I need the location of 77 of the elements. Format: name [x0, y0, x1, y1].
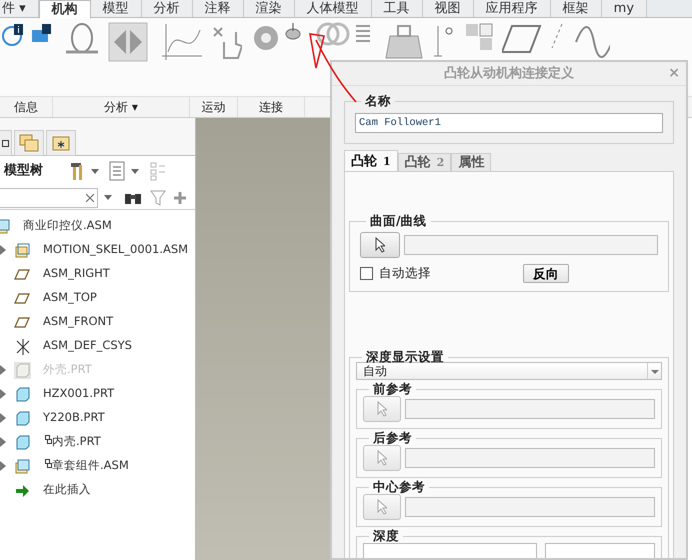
tools-icon[interactable]	[69, 161, 85, 181]
tree-item[interactable]: ASM_FRONT	[43, 314, 114, 328]
search-field[interactable]	[0, 188, 98, 208]
caret-icon[interactable]	[104, 195, 112, 200]
reference-field[interactable]	[405, 399, 655, 419]
select-button[interactable]	[360, 232, 400, 258]
assembly-icon	[14, 458, 31, 474]
dialog-title: 凸轮从动机构连接定义	[444, 66, 574, 81]
menu-tab[interactable]: 机构	[38, 0, 91, 19]
skeleton-assembly-icon	[14, 242, 31, 258]
mirror-icon[interactable]	[108, 22, 148, 62]
link-icon	[45, 435, 52, 444]
caret-icon[interactable]	[91, 168, 99, 174]
tree-item[interactable]: ASM_RIGHT	[43, 266, 110, 280]
group-title: 深度	[372, 529, 400, 543]
ribbon-group-label: 运动	[190, 97, 238, 117]
tree-item[interactable]: ASM_TOP	[43, 290, 97, 304]
expand-arrow-icon[interactable]	[0, 389, 6, 399]
clear-icon[interactable]	[86, 194, 94, 202]
part-icon	[14, 386, 31, 402]
ribbon-group-label: 分析 ▾	[53, 97, 190, 117]
caret-icon	[647, 363, 661, 379]
cursor-icon	[377, 499, 387, 515]
dialog-tab[interactable]: 属性	[451, 153, 492, 171]
tree-item[interactable]: Y220B.PRT	[43, 410, 105, 424]
group-title: 深度显示设置	[365, 350, 445, 364]
filter-icon[interactable]	[150, 190, 166, 206]
auto-select-checkbox[interactable]	[360, 267, 373, 280]
list-icon[interactable]	[109, 161, 125, 181]
dialog-tab[interactable]: 凸轮 1	[344, 150, 398, 171]
depth-field[interactable]	[545, 543, 655, 558]
link-icon	[45, 459, 52, 468]
cursor-icon	[375, 237, 385, 253]
reference-field[interactable]	[405, 497, 655, 517]
model-tree-title: 模型树	[4, 162, 43, 180]
cursor-icon	[377, 401, 387, 417]
tree-item[interactable]: 商业印控仪.ASM	[23, 218, 112, 232]
part-icon	[14, 410, 31, 426]
name-field[interactable]: Cam Follower1	[355, 113, 663, 133]
reverse-button[interactable]: 反向	[523, 264, 569, 283]
dropdown-value: 自动	[362, 363, 388, 379]
expand-arrow-icon[interactable]	[0, 437, 6, 447]
part-icon	[14, 434, 31, 450]
tree-item[interactable]: ASM_DEF_CSYS	[43, 338, 132, 352]
name-label: 名称	[364, 94, 392, 108]
tree-tab[interactable]	[0, 130, 12, 156]
group-title: 中心参考	[372, 480, 426, 494]
group-title: 后参考	[372, 431, 413, 445]
folders-icon	[19, 134, 39, 152]
tree-item[interactable]: 章套组件.ASM	[52, 458, 129, 472]
menu-tab[interactable]: 件 ▾	[0, 0, 39, 17]
coordinate-system-icon	[14, 338, 31, 354]
plus-icon[interactable]	[174, 192, 186, 204]
expand-arrow-icon[interactable]	[0, 413, 6, 423]
expand-arrow-icon[interactable]	[0, 245, 6, 255]
tree-item[interactable]: 内壳.PRT	[52, 434, 101, 448]
favorites-tab[interactable]	[46, 130, 76, 156]
suppressed-part-icon	[14, 362, 31, 378]
ribbon-group-label: 信息	[0, 97, 53, 117]
mode-dropdown[interactable]: 自动	[356, 362, 662, 380]
tree-item[interactable]: MOTION_SKEL_0001.ASM	[43, 242, 188, 256]
auto-select-label: 自动选择	[379, 264, 431, 282]
tree-item[interactable]: 在此插入	[43, 482, 91, 496]
selection-field[interactable]	[404, 235, 658, 255]
square-icon	[2, 140, 9, 146]
graph-icon[interactable]	[162, 22, 202, 62]
group-title: 曲面/曲线	[369, 214, 428, 228]
ribbon-group-label: 连接	[238, 97, 305, 117]
cursor-icon	[377, 450, 387, 466]
reference-field[interactable]	[405, 448, 655, 468]
dialog-tab[interactable]: 凸轮 2	[398, 153, 452, 171]
group-title: 前参考	[372, 382, 413, 396]
expand-arrow-icon[interactable]	[0, 365, 6, 375]
tree-item[interactable]: HZX001.PRT	[43, 386, 114, 400]
caret-icon[interactable]	[131, 168, 139, 174]
expand-arrow-icon[interactable]	[0, 461, 6, 471]
depth-field[interactable]	[363, 543, 537, 558]
